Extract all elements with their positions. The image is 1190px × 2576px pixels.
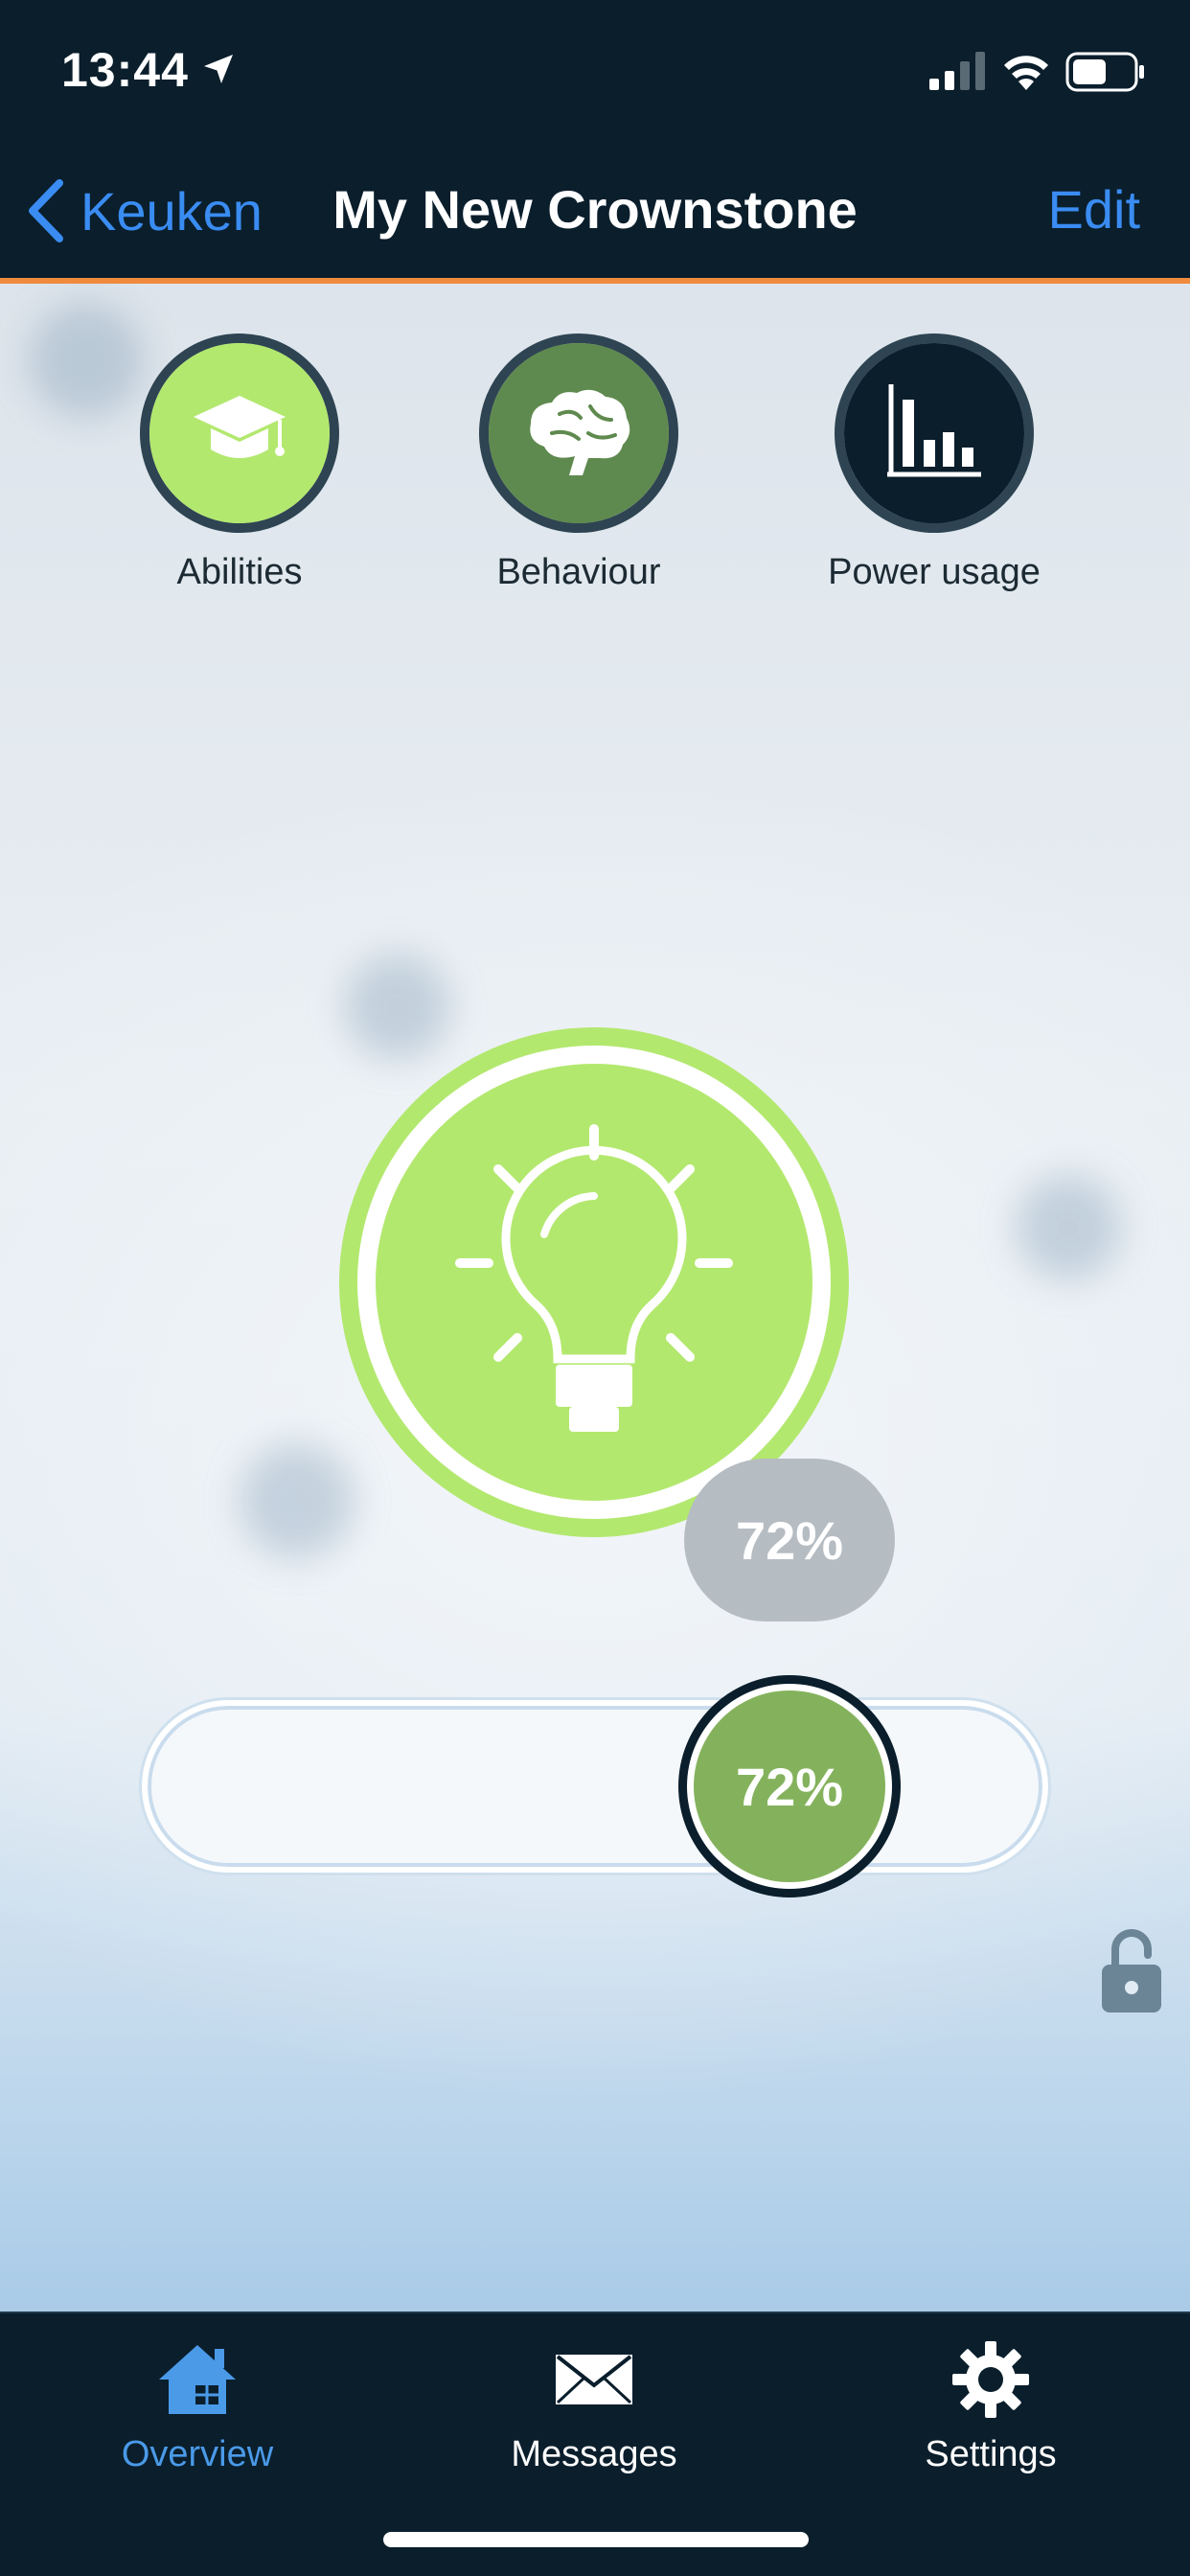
behaviour-label: Behaviour (496, 552, 661, 592)
background-blur (345, 954, 450, 1060)
tab-settings[interactable]: Settings (847, 2336, 1134, 2475)
wifi-icon (1004, 56, 1048, 90)
graduation-cap-icon (194, 396, 286, 458)
top-bar: 13:44 Keuken My New Crownstone Edit (0, 0, 1190, 280)
behaviour-button[interactable]: Behaviour (445, 334, 713, 593)
power-usage-label: Power usage (828, 552, 1041, 592)
signal-icon (929, 52, 985, 90)
battery-icon (1065, 52, 1144, 92)
home-icon (159, 2345, 236, 2414)
abilities-circle (140, 334, 339, 533)
background-blur (240, 1443, 355, 1558)
page-title: My New Crownstone (332, 179, 858, 240)
tab-messages-label: Messages (511, 2434, 677, 2474)
lightbulb-icon (455, 1124, 733, 1432)
dimmer-knob-label: 72% (694, 1690, 885, 1882)
tab-overview-label: Overview (121, 2434, 274, 2474)
background-blur (1016, 1175, 1121, 1280)
gear-icon (952, 2341, 1029, 2418)
brain-icon (530, 389, 630, 475)
lock-open-icon[interactable] (1100, 1928, 1163, 2014)
behaviour-circle (479, 334, 678, 533)
home-indicator[interactable] (383, 2532, 809, 2547)
status-time: 13:44 (61, 43, 189, 97)
bar-chart-icon (887, 384, 981, 477)
power-usage-circle (835, 334, 1034, 533)
dimmer-value-bubble: 72% (684, 1459, 895, 1622)
tab-overview[interactable]: Overview (54, 2336, 341, 2475)
envelope-icon (556, 2355, 632, 2404)
edit-button[interactable]: Edit (1048, 178, 1141, 241)
location-arrow-icon (204, 55, 233, 83)
abilities-button[interactable]: Abilities (105, 334, 374, 593)
power-usage-button[interactable]: Power usage (800, 334, 1068, 593)
tab-settings-label: Settings (925, 2434, 1057, 2474)
abilities-label: Abilities (176, 552, 303, 592)
main-content: Abilities Behaviour Power usage (0, 284, 1190, 2312)
dimmer-slider-knob[interactable]: 72% (678, 1675, 901, 1898)
dimmer-slider-track[interactable] (142, 1700, 1048, 1873)
tab-messages[interactable]: Messages (450, 2336, 738, 2475)
